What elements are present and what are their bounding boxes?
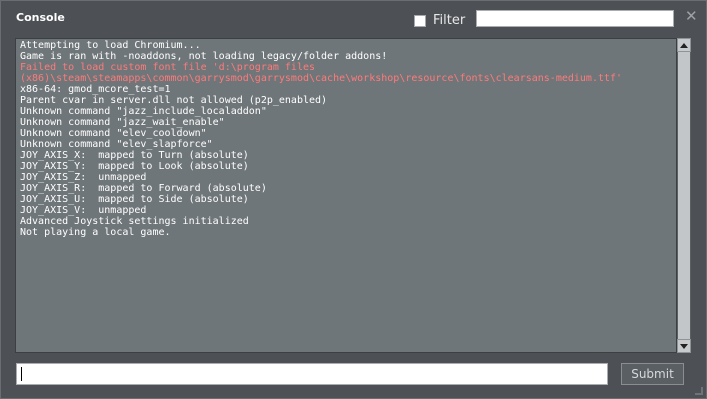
filter-checkbox[interactable] [414, 14, 426, 27]
scroll-thumb[interactable] [678, 52, 690, 339]
close-icon[interactable]: ✕ [685, 7, 698, 25]
log-line: Parent cvar in server.dll not allowed (p… [20, 95, 328, 106]
text-caret [21, 367, 22, 381]
log-line: JOY_AXIS_Y: mapped to Look (absolute) [20, 161, 249, 172]
scrollbar[interactable] [677, 38, 691, 353]
filter-input[interactable] [476, 10, 674, 27]
filter-label: Filter [433, 13, 466, 28]
log-line: Unknown command "elev_cooldown" [20, 128, 207, 139]
resize-grip-icon[interactable] [695, 387, 703, 395]
submit-button[interactable]: Submit [621, 363, 684, 385]
arrow-down-icon [680, 343, 688, 349]
log-line: JOY_AXIS_U: mapped to Side (absolute) [20, 194, 249, 205]
log-line: Failed to load custom font file 'd:\prog… [20, 62, 316, 73]
log-line: Unknown command "jazz_include_localaddon… [20, 106, 267, 117]
log-line: Not playing a local game. [20, 227, 171, 238]
log-line: JOY_AXIS_R: mapped to Forward (absolute) [20, 183, 267, 194]
log-line: Advanced Joystick settings initialized [20, 216, 249, 227]
log-line: JOY_AXIS_X: mapped to Turn (absolute) [20, 150, 249, 161]
scroll-up-button[interactable] [677, 38, 691, 52]
window-title: Console [16, 11, 65, 24]
log-line: (x86)\steam\steamapps\common\garrysmod\g… [20, 73, 623, 84]
scroll-down-button[interactable] [677, 339, 691, 353]
log-line: Game is ran with -noaddons, not loading … [20, 51, 388, 62]
log-line: JOY_AXIS_Z: unmapped [20, 172, 147, 183]
arrow-up-icon [680, 42, 688, 48]
log-line: x86-64: gmod_mcore_test=1 [20, 84, 171, 95]
console-output: Attempting to load Chromium... Game is ra… [15, 38, 677, 353]
log-line: Attempting to load Chromium... [20, 40, 201, 51]
log-line: JOY_AXIS_V: unmapped [20, 205, 147, 216]
console-window: Console Filter ✕ Attempting to load Chro… [0, 0, 707, 399]
log-line: Unknown command "elev_slapforce" [20, 139, 213, 150]
log-line: Unknown command "jazz_wait_enable" [20, 117, 225, 128]
filter-toggle[interactable]: Filter [414, 13, 465, 28]
command-input[interactable] [16, 363, 608, 385]
